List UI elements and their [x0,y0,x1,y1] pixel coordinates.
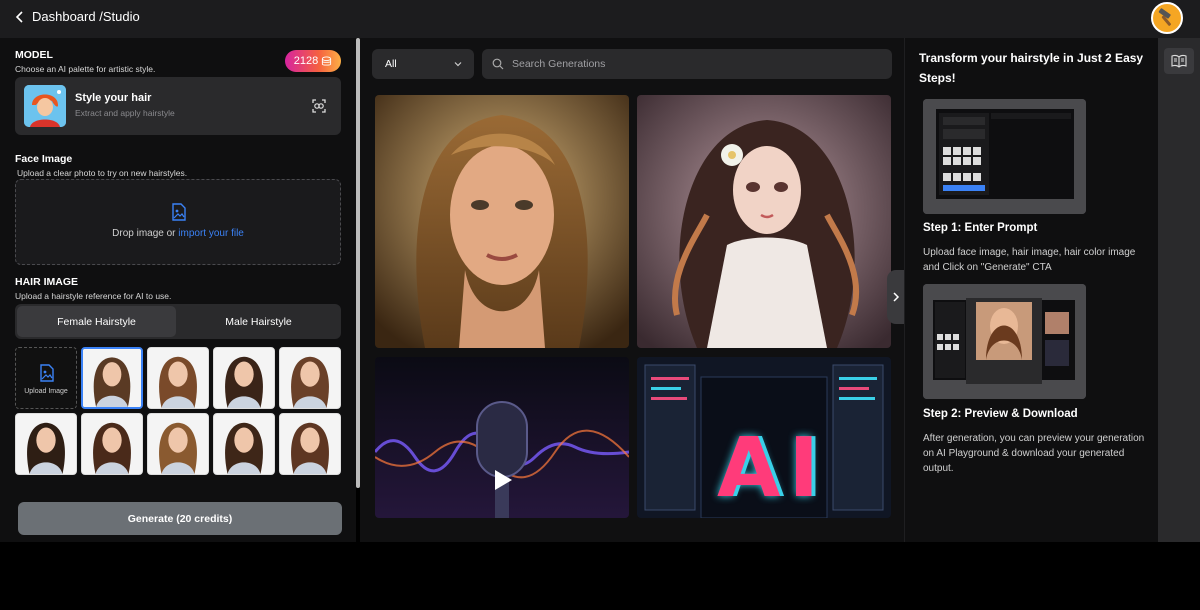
search-input[interactable] [512,49,882,79]
model-card[interactable]: Style your hair Extract and apply hairst… [15,77,341,135]
chevron-left-icon [15,10,23,23]
hairstyle-option[interactable] [213,413,275,475]
generation-card-1[interactable] [375,95,629,348]
step1-screenshot [923,99,1086,214]
hairstyle-option[interactable] [147,347,209,409]
step1-title: Step 1: Enter Prompt [923,222,1038,234]
step1-description: Upload face image, hair image, hair colo… [923,247,1136,273]
book-open-icon [1171,54,1187,68]
chevron-right-icon [893,292,900,302]
filter-select[interactable]: All [372,49,474,79]
image-upload-icon [172,203,186,221]
image-upload-icon [40,364,54,382]
drop-prompt: Drop image or [112,228,179,239]
left-panel: MODEL Choose an AI palette for artistic … [0,38,356,542]
tab-female-hairstyle[interactable]: Female Hairstyle [17,306,176,337]
model-title: MODEL [15,49,53,61]
model-description: Extract and apply hairstyle [75,108,175,118]
play-icon[interactable] [490,468,514,492]
ai-neon-text: AI [717,421,827,516]
credits-count: 2128 [293,55,319,67]
search-icon [492,58,504,70]
guide-title: Transform your hairstyle in Just 2 Easy … [919,51,1144,85]
right-rail [1158,38,1200,542]
coins-icon [322,55,332,66]
top-bar: Dashboard /Studio [0,0,1200,38]
guide-panel: Transform your hairstyle in Just 2 Easy … [904,38,1158,542]
step2-title: Step 2: Preview & Download [923,408,1078,420]
generate-button[interactable]: Generate (20 credits) [18,502,342,535]
generation-card-3-video[interactable] [375,357,629,518]
generation-card-4[interactable]: AI [637,357,891,518]
upload-image-label: Upload Image [24,388,68,395]
user-avatar[interactable] [1151,2,1183,34]
back-breadcrumb[interactable]: Dashboard /Studio [14,9,140,24]
breadcrumb-text: Dashboard /Studio [32,9,140,24]
generation-card-2[interactable] [637,95,891,348]
import-file-link[interactable]: import your file [178,228,244,239]
tab-male-hairstyle[interactable]: Male Hairstyle [178,306,339,337]
upload-hair-image[interactable]: Upload Image [15,347,77,409]
face-image-title: Face Image [15,153,73,165]
face-image-dropzone[interactable]: Drop image or import your file [15,179,341,265]
model-name: Style your hair [75,92,152,104]
credits-badge[interactable]: 2128 [285,50,341,72]
hairstyle-option[interactable] [15,413,77,475]
hairstyle-option[interactable] [213,347,275,409]
hair-image-title: HAIR IMAGE [15,276,78,288]
swap-model-icon[interactable] [311,98,327,114]
hammer-avatar-icon [1158,8,1171,26]
face-image-subtitle: Upload a clear photo to try on new hairs… [17,168,188,178]
step2-screenshot [923,284,1086,399]
step2-description: After generation, you can preview your g… [923,433,1145,474]
hairstyle-option[interactable] [81,413,143,475]
model-thumbnail [24,85,66,127]
hairstyle-option[interactable] [279,413,341,475]
hair-image-subtitle: Upload a hairstyle reference for AI to u… [15,291,172,301]
model-subtitle: Choose an AI palette for artistic style. [15,64,156,74]
hairstyle-option[interactable] [81,347,143,409]
hairstyle-option[interactable] [147,413,209,475]
chevron-down-icon [454,62,462,67]
dropzone-text: Drop image or import your file [16,228,340,239]
hairstyle-option[interactable] [279,347,341,409]
guide-toggle-button[interactable] [1164,48,1194,74]
search-generations [482,49,892,79]
generations-gallery: All Search Generations AI [360,38,904,542]
gallery-next-button[interactable] [887,270,905,324]
filter-value: All [385,58,397,70]
hairstyle-tabs: Female Hairstyle Male Hairstyle [15,304,341,339]
